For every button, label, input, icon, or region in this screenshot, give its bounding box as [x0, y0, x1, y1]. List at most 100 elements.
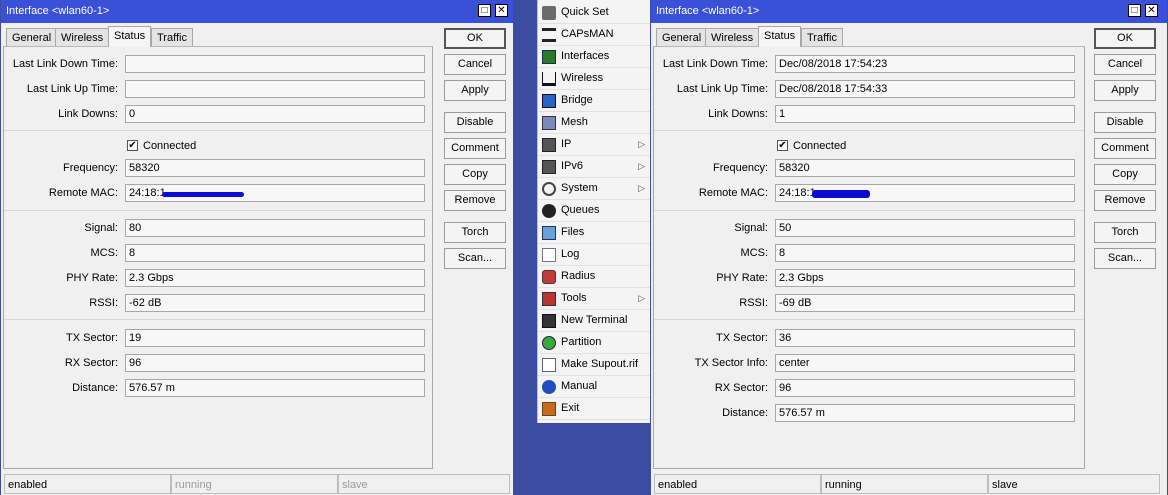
divider — [4, 210, 432, 211]
last-link-up-time-field: Dec/08/2018 17:54:33 — [775, 80, 1075, 98]
torch-button[interactable]: Torch — [444, 222, 506, 243]
distance-field: 576.57 m — [125, 379, 425, 397]
tab-traffic[interactable]: Traffic — [801, 28, 843, 46]
menu-item-make-supout-rif[interactable]: Make Supout.rif — [538, 354, 650, 376]
maximize-icon[interactable]: □ — [478, 4, 491, 17]
mcs-field: 8 — [775, 244, 1075, 262]
status-running: running — [821, 474, 988, 494]
submenu-arrow-icon: ▷ — [638, 139, 645, 149]
menu-item-new-terminal[interactable]: New Terminal — [538, 310, 650, 332]
link-downs-label: Link Downs: — [708, 108, 768, 120]
window-titlebar[interactable]: Interface <wlan60-1> — [651, 0, 1167, 23]
menu-item-queues[interactable]: Queues — [538, 200, 650, 222]
menu-item-tools[interactable]: Tools ▷ — [538, 288, 650, 310]
distance-label: Distance: — [72, 382, 118, 394]
terminal-icon — [542, 314, 556, 328]
copy-button[interactable]: Copy — [1094, 164, 1156, 185]
exit-icon — [542, 402, 556, 416]
bridge-icon — [542, 94, 556, 108]
ok-button[interactable]: OK — [1094, 28, 1156, 49]
menu-item-label: Partition — [561, 336, 602, 348]
mesh-icon — [542, 116, 556, 130]
phy-rate-label: PHY Rate: — [66, 272, 118, 284]
status-slave: slave — [988, 474, 1160, 494]
menu-item-mesh[interactable]: Mesh — [538, 112, 650, 134]
frequency-field: 58320 — [775, 159, 1075, 177]
menu-item-log[interactable]: Log — [538, 244, 650, 266]
copy-button[interactable]: Copy — [444, 164, 506, 185]
last-link-down-time-label: Last Link Down Time: — [662, 58, 768, 70]
close-icon[interactable]: ✕ — [1145, 4, 1158, 17]
menu-item-ipv6[interactable]: IPv6 ▷ — [538, 156, 650, 178]
tab-wireless[interactable]: Wireless — [705, 28, 760, 46]
phy-rate-label: PHY Rate: — [716, 272, 768, 284]
rssi-label: RSSI: — [89, 297, 118, 309]
scan-button[interactable]: Scan... — [1094, 248, 1156, 269]
divider — [654, 319, 1084, 320]
tab-traffic[interactable]: Traffic — [151, 28, 193, 46]
scan-button[interactable]: Scan... — [444, 248, 506, 269]
distance-label: Distance: — [722, 407, 768, 419]
signal-field: 80 — [125, 219, 425, 237]
phy-rate-field: 2.3 Gbps — [775, 269, 1075, 287]
tab-status[interactable]: Status — [108, 26, 152, 47]
frequency-label: Frequency: — [62, 162, 118, 174]
divider — [654, 210, 1084, 211]
menu-item-label: Wireless — [561, 72, 604, 84]
submenu-arrow-icon: ▷ — [638, 293, 645, 303]
menu-item-radius[interactable]: Radius — [538, 266, 650, 288]
connected-label: Connected — [143, 140, 197, 152]
last-link-up-time-label: Last Link Up Time: — [26, 83, 118, 95]
menu-item-label: Mesh — [561, 116, 588, 128]
cancel-button[interactable]: Cancel — [444, 54, 506, 75]
menu-item-label: System — [561, 182, 598, 194]
cancel-button[interactable]: Cancel — [1094, 54, 1156, 75]
tab-general[interactable]: General — [656, 28, 708, 46]
menu-item-exit[interactable]: Exit — [538, 398, 650, 420]
window-titlebar[interactable]: Interface <wlan60-1> — [1, 0, 513, 23]
comment-button[interactable]: Comment — [444, 138, 506, 159]
tab-general[interactable]: General — [6, 28, 58, 46]
apply-button[interactable]: Apply — [444, 80, 506, 101]
disable-button[interactable]: Disable — [444, 112, 506, 133]
signal-field: 50 — [775, 219, 1075, 237]
tools-icon — [542, 292, 556, 306]
torch-button[interactable]: Torch — [1094, 222, 1156, 243]
comment-button[interactable]: Comment — [1094, 138, 1156, 159]
apply-button[interactable]: Apply — [1094, 80, 1156, 101]
menu-item-capsman[interactable]: CAPsMAN — [538, 24, 650, 46]
menu-item-ip[interactable]: IP ▷ — [538, 134, 650, 156]
maximize-icon[interactable]: □ — [1128, 4, 1141, 17]
signal-label: Signal: — [84, 222, 118, 234]
menu-item-files[interactable]: Files — [538, 222, 650, 244]
disable-button[interactable]: Disable — [1094, 112, 1156, 133]
menu-item-manual[interactable]: Manual — [538, 376, 650, 398]
menu-item-bridge[interactable]: Bridge — [538, 90, 650, 112]
link-downs-label: Link Downs: — [58, 108, 118, 120]
menu-item-wireless[interactable]: Wireless — [538, 68, 650, 90]
close-icon[interactable]: ✕ — [495, 4, 508, 17]
queues-icon — [542, 204, 556, 218]
remove-button[interactable]: Remove — [444, 190, 506, 211]
redaction-mark — [162, 192, 244, 197]
menu-item-label: Radius — [561, 270, 596, 282]
menu-item-system[interactable]: System ▷ — [538, 178, 650, 200]
mcs-field: 8 — [125, 244, 425, 262]
menu-item-interfaces[interactable]: Interfaces — [538, 46, 650, 68]
remove-button[interactable]: Remove — [1094, 190, 1156, 211]
log-icon — [542, 248, 556, 262]
window-title: Interface <wlan60-1> — [6, 5, 110, 17]
tab-status[interactable]: Status — [758, 26, 802, 47]
connected-checkbox: ✔ — [127, 140, 138, 151]
link-downs-field: 0 — [125, 105, 425, 123]
menu-item-partition[interactable]: Partition — [538, 332, 650, 354]
menu-item-quick-set[interactable]: Quick Set — [538, 2, 650, 24]
menu-item-label: Quick Set — [561, 6, 609, 18]
menu-item-label: Manual — [561, 380, 598, 392]
menu-item-label: Make Supout.rif — [561, 358, 639, 370]
capsman-icon — [542, 28, 556, 42]
interface-window-left: Interface <wlan60-1> □ ✕ General Wireles… — [0, 0, 514, 495]
tab-wireless[interactable]: Wireless — [55, 28, 110, 46]
ok-button[interactable]: OK — [444, 28, 506, 49]
submenu-arrow-icon: ▷ — [638, 161, 645, 171]
